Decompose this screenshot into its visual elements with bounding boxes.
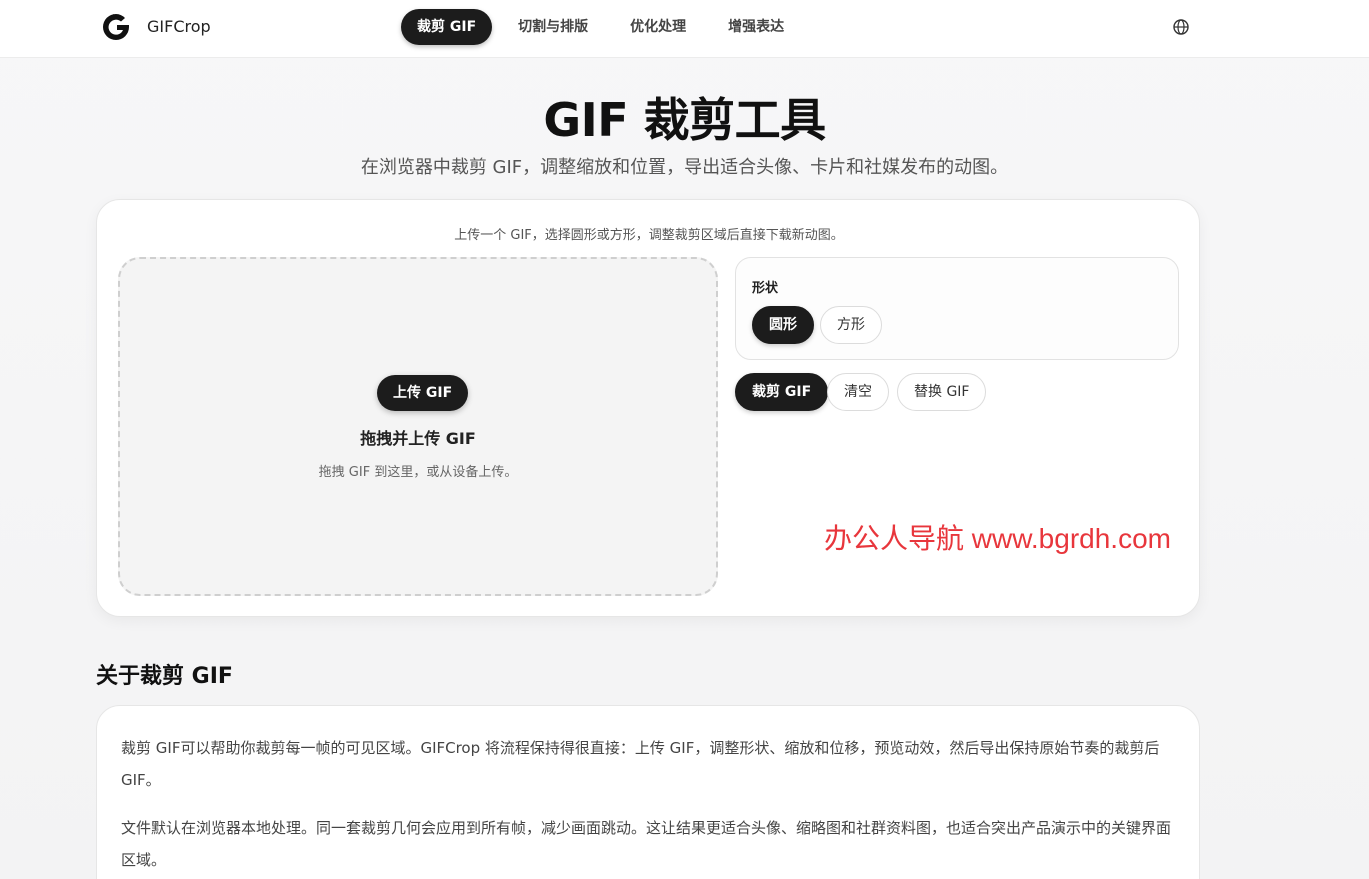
nav-item-crop-gif[interactable]: 裁剪 GIF <box>401 9 493 45</box>
shape-panel: 形状 圆形 方形 <box>735 257 1179 360</box>
brand-name[interactable]: GIFCrop <box>147 17 211 36</box>
shape-square-button[interactable]: 方形 <box>820 306 882 344</box>
gif-dropzone[interactable]: 上传 GIF 拖拽并上传 GIF 拖拽 GIF 到这里，或从设备上传。 <box>118 257 718 596</box>
nav-item-optimize[interactable]: 优化处理 <box>614 9 702 45</box>
top-header: GIFCrop 裁剪 GIF 切割与排版 优化处理 增强表达 <box>0 0 1369 58</box>
nav-item-enhance[interactable]: 增强表达 <box>712 9 800 45</box>
page-subtitle: 在浏览器中裁剪 GIF，调整缩放和位置，导出适合头像、卡片和社媒发布的动图。 <box>360 157 1009 178</box>
shape-label: 形状 <box>752 281 779 296</box>
nav-item-cut-layout[interactable]: 切割与排版 <box>502 9 604 45</box>
clear-button[interactable]: 清空 <box>827 373 889 411</box>
globe-icon[interactable] <box>1172 18 1190 36</box>
g-logo-icon[interactable] <box>100 11 132 43</box>
about-card: 裁剪 GIF可以帮助你裁剪每一帧的可见区域。GIFCrop 将流程保持得很直接：… <box>96 705 1200 879</box>
about-paragraph-1: 裁剪 GIF可以帮助你裁剪每一帧的可见区域。GIFCrop 将流程保持得很直接：… <box>121 739 1160 789</box>
upload-gif-button[interactable]: 上传 GIF <box>377 375 469 411</box>
page-title: GIF 裁剪工具 <box>543 93 826 147</box>
watermark-text: 办公人导航 www.bgrdh.com <box>824 523 1171 554</box>
dropzone-description: 拖拽 GIF 到这里，或从设备上传。 <box>318 465 518 480</box>
dropzone-title: 拖拽并上传 GIF <box>360 429 476 448</box>
main-nav: 裁剪 GIF 切割与排版 优化处理 增强表达 <box>401 9 810 45</box>
replace-gif-button[interactable]: 替换 GIF <box>897 373 987 411</box>
crop-gif-button[interactable]: 裁剪 GIF <box>735 373 829 411</box>
about-paragraph-2: 文件默认在浏览器本地处理。同一套裁剪几何会应用到所有帧，减少画面跳动。这让结果更… <box>121 819 1172 869</box>
tool-hint: 上传一个 GIF，选择圆形或方形，调整裁剪区域后直接下载新动图。 <box>454 228 844 243</box>
shape-circle-button[interactable]: 圆形 <box>752 306 814 344</box>
crop-tool-card: 上传一个 GIF，选择圆形或方形，调整裁剪区域后直接下载新动图。 上传 GIF … <box>96 199 1200 617</box>
about-section-title: 关于裁剪 GIF <box>96 664 233 689</box>
